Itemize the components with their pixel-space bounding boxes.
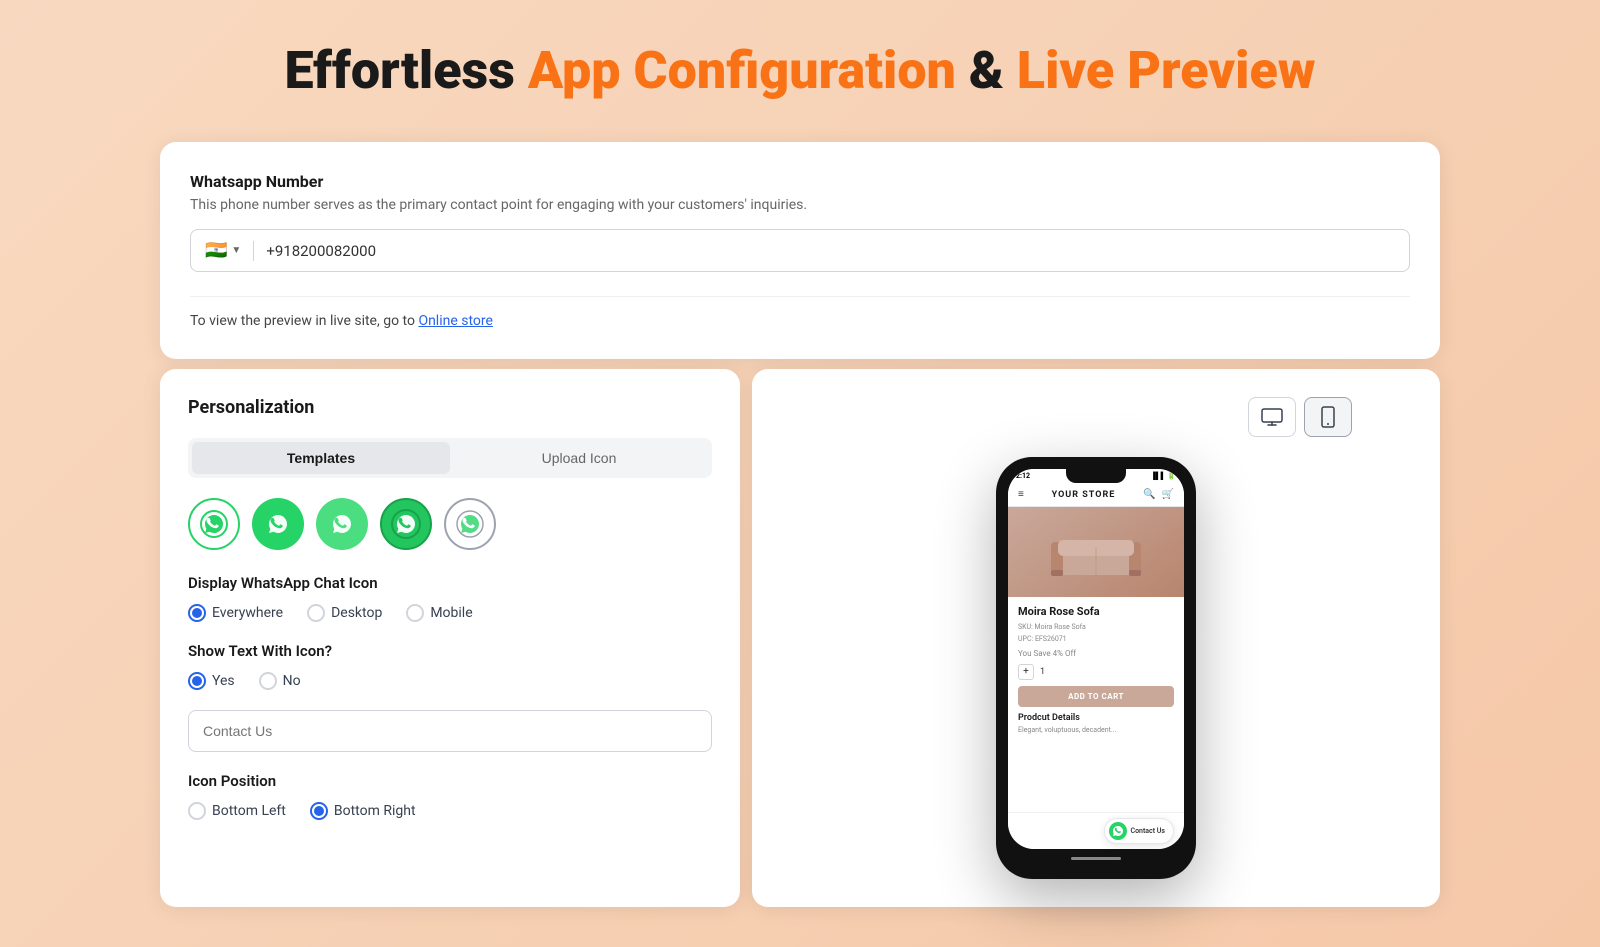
phone-mockup: 2:12 ▐▌▌ 🔋 ≡ YOUR STORE 🔍 🛒 [996,457,1196,879]
title-part2: App Configuration [528,40,956,101]
icon-templates [188,498,712,550]
phone-bottom-bar: Contact Us [1008,812,1184,849]
price-tag: You Save 4% Off [1018,649,1174,658]
flag-emoji: 🇮🇳 [205,240,227,261]
qty-plus-btn[interactable]: + [1018,664,1034,680]
radio-mobile[interactable]: Mobile [406,604,472,622]
phone-nav: ≡ YOUR STORE 🔍 🛒 [1008,483,1184,507]
radio-no-label: No [283,673,301,689]
product-desc: Elegant, voluptuous, decadent... [1018,726,1174,734]
upc-label: UPC: EFS26071 [1018,635,1067,643]
display-options-row: Everywhere Desktop Mobile [188,604,712,622]
product-sku: SKU: Moira Rose Sofa UPC: EFS26071 [1018,622,1174,644]
radio-bottom-right-circle [310,802,328,820]
show-text-label: Show Text With Icon? [188,642,712,660]
phone-divider [253,241,254,261]
title-part4: Live Preview [1017,40,1316,101]
store-name: YOUR STORE [1024,490,1143,500]
nav-icons: 🔍 🛒 [1143,489,1174,500]
chevron-down-icon: ▼ [231,245,241,256]
icon-position-label: Icon Position [188,772,712,790]
phone-input-wrapper[interactable]: 🇮🇳 ▼ +918200082000 [190,229,1410,272]
product-details-label: Prodcut Details [1018,713,1174,723]
tab-upload-icon[interactable]: Upload Icon [450,442,708,474]
position-options-row: Bottom Left Bottom Right [188,802,712,820]
sofa-svg [1046,522,1146,582]
desktop-icon [1261,408,1283,426]
radio-yes-label: Yes [212,673,235,689]
radio-bottom-left[interactable]: Bottom Left [188,802,286,820]
radio-bottom-left-label: Bottom Left [212,803,286,819]
desktop-view-btn[interactable] [1248,397,1296,437]
search-icon: 🔍 [1143,489,1155,500]
radio-yes[interactable]: Yes [188,672,235,690]
radio-mobile-label: Mobile [430,605,472,621]
title-part1: Effortless [284,40,514,101]
radio-bottom-right-label: Bottom Right [334,803,416,819]
whatsapp-title: Whatsapp Number [190,172,1410,191]
qty-row: + 1 [1018,664,1174,680]
radio-desktop-circle [307,604,325,622]
mobile-view-btn[interactable] [1304,397,1352,437]
show-text-options-row: Yes No [188,672,712,690]
icon-template-3[interactable] [316,498,368,550]
wa-chat-btn[interactable]: Contact Us [1104,818,1175,844]
device-toggle [1248,397,1352,437]
whatsapp-desc: This phone number serves as the primary … [190,197,1410,213]
radio-desktop-label: Desktop [331,605,382,621]
phone-notch [1066,469,1126,483]
whatsapp-section: Whatsapp Number This phone number serves… [190,172,1410,272]
tabs-row: Templates Upload Icon [188,438,712,478]
icon-template-2[interactable] [252,498,304,550]
radio-no[interactable]: No [259,672,301,690]
whatsapp-icon [1112,825,1124,837]
icon-template-4[interactable] [380,498,432,550]
radio-yes-circle [188,672,206,690]
cart-icon: 🛒 [1162,489,1174,500]
mobile-icon [1321,406,1335,428]
radio-everywhere-label: Everywhere [212,605,283,621]
home-indicator [1071,857,1121,860]
preview-panel: 2:12 ▐▌▌ 🔋 ≡ YOUR STORE 🔍 🛒 [752,369,1440,907]
personalization-title: Personalization [188,397,712,418]
radio-everywhere[interactable]: Everywhere [188,604,283,622]
radio-mobile-circle [406,604,424,622]
preview-note-text: To view the preview in live site, go to [190,313,415,329]
whatsapp-card: Whatsapp Number This phone number serves… [160,142,1440,359]
icon-template-1[interactable] [188,498,240,550]
tab-templates[interactable]: Templates [192,442,450,474]
product-details: Moira Rose Sofa SKU: Moira Rose Sofa UPC… [1008,597,1184,741]
wa-chat-label: Contact Us [1131,827,1166,835]
preview-note: To view the preview in live site, go to … [190,296,1410,329]
phone-home-bar [1008,849,1184,867]
bottom-section: Personalization Templates Upload Icon [160,369,1440,907]
radio-no-circle [259,672,277,690]
radio-desktop[interactable]: Desktop [307,604,382,622]
status-time: 2:12 [1016,472,1030,480]
phone-screen: 2:12 ▐▌▌ 🔋 ≡ YOUR STORE 🔍 🛒 [1008,469,1184,849]
sku-label: SKU: Moira Rose Sofa [1018,623,1086,631]
wa-icon [1109,822,1127,840]
qty-value: 1 [1040,667,1045,677]
product-name: Moira Rose Sofa [1018,605,1174,618]
title-part3: & [969,40,1004,101]
product-image [1008,507,1184,597]
flag-selector[interactable]: 🇮🇳 ▼ [205,240,241,261]
radio-bottom-left-circle [188,802,206,820]
phone-status-bar: 2:12 ▐▌▌ 🔋 [1008,469,1184,483]
display-icon-label: Display WhatsApp Chat Icon [188,574,712,592]
icon-template-5[interactable] [444,498,496,550]
status-icons: ▐▌▌ 🔋 [1151,472,1176,480]
radio-everywhere-circle [188,604,206,622]
phone-number: +918200082000 [266,242,376,260]
page-title: Effortless App Configuration & Live Prev… [160,40,1440,102]
radio-bottom-right[interactable]: Bottom Right [310,802,416,820]
contact-input[interactable] [188,710,712,752]
personalization-panel: Personalization Templates Upload Icon [160,369,740,907]
add-to-cart-btn[interactable]: ADD TO CART [1018,686,1174,707]
online-store-link[interactable]: Online store [418,313,493,329]
